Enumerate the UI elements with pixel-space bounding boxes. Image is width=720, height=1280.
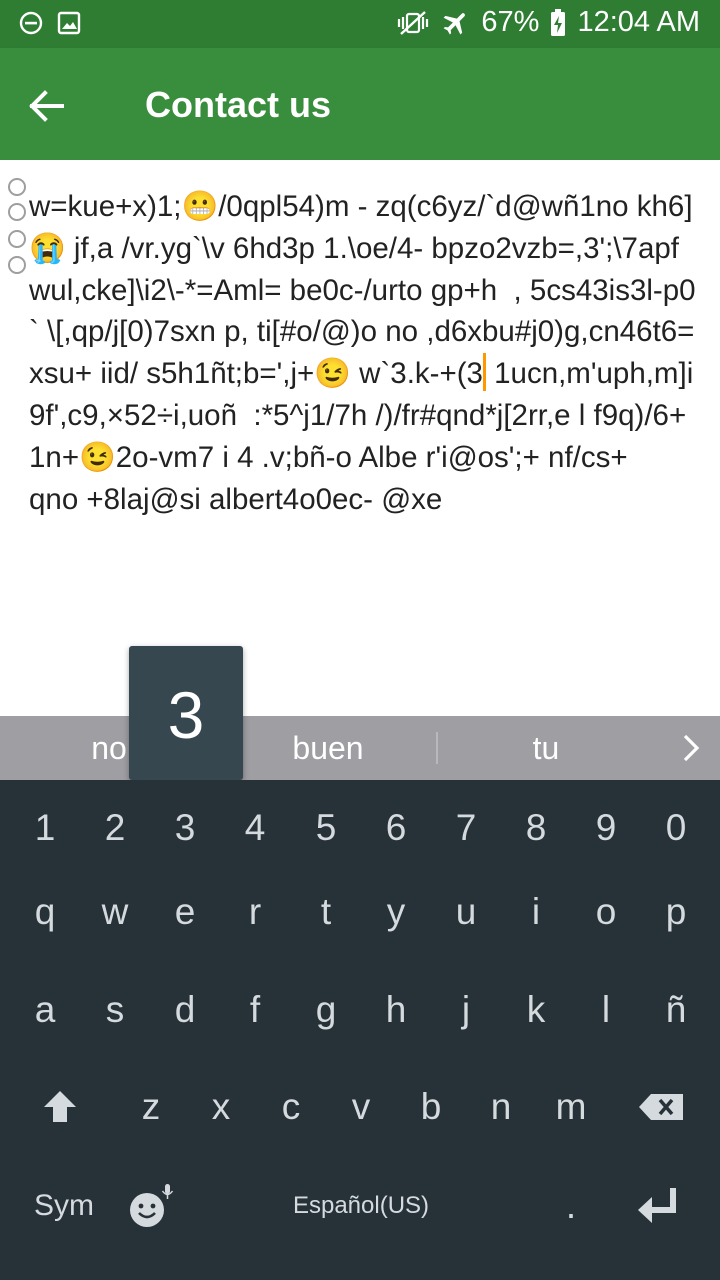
key-d[interactable]: d [150, 962, 220, 1058]
key-z[interactable]: z [116, 1059, 186, 1155]
arrow-back-icon[interactable] [18, 78, 74, 134]
key-1[interactable]: 1 [10, 780, 80, 876]
key-b[interactable]: b [396, 1059, 466, 1155]
message-input[interactable]: w=kue+x)1;😬/0qpl54)m - zq(c6yz/`d@wñ1no … [0, 160, 720, 716]
key-5[interactable]: 5 [291, 780, 361, 876]
key-p[interactable]: p [641, 864, 711, 960]
shift-icon [44, 1091, 76, 1122]
key-e[interactable]: e [150, 864, 220, 960]
mic-icon [161, 1184, 174, 1199]
backspace-key[interactable] [626, 1059, 696, 1155]
key-x[interactable]: x [186, 1059, 256, 1155]
key-f[interactable]: f [220, 962, 290, 1058]
key-preview-popup: 3 [129, 646, 243, 780]
suggestion-2[interactable]: buen [220, 716, 436, 780]
key-3[interactable]: 3 [150, 780, 220, 876]
key-a[interactable]: a [10, 962, 80, 1058]
key-v[interactable]: v [326, 1059, 396, 1155]
vibrate-icon [398, 10, 429, 35]
emoji-key[interactable] [116, 1158, 186, 1254]
selection-handle[interactable] [8, 178, 26, 196]
key-n[interactable]: n [466, 1059, 536, 1155]
key-q[interactable]: q [10, 864, 80, 960]
key-s[interactable]: s [80, 962, 150, 1058]
emoji-icon [130, 1184, 174, 1227]
selection-handle[interactable] [8, 256, 26, 274]
enter-icon [638, 1188, 676, 1223]
image-notification-icon [57, 11, 81, 35]
key-u[interactable]: u [431, 864, 501, 960]
key-g[interactable]: g [291, 962, 361, 1058]
key-o[interactable]: o [571, 864, 641, 960]
clock: 12:04 AM [577, 6, 700, 38]
shift-key[interactable] [25, 1059, 95, 1155]
sym-key[interactable]: Sym [14, 1158, 114, 1254]
suggestion-strip: no buen tu [0, 716, 720, 780]
key-6[interactable]: 6 [361, 780, 431, 876]
app-bar: Contact us [0, 48, 720, 160]
key-y[interactable]: y [361, 864, 431, 960]
backspace-icon [639, 1094, 683, 1120]
battery-charging-icon [551, 8, 566, 36]
key-j[interactable]: j [431, 962, 501, 1058]
key-0[interactable]: 0 [641, 780, 711, 876]
selection-handle[interactable] [8, 230, 26, 248]
keyboard: 1 2 3 4 5 6 7 8 9 0 q w e r t y u i o p … [0, 780, 720, 1280]
key-i[interactable]: i [501, 864, 571, 960]
airplane-icon [444, 12, 466, 34]
status-bar: 67% 12:04 AM [0, 0, 720, 48]
key-n-tilde[interactable]: ñ [641, 962, 711, 1058]
key-7[interactable]: 7 [431, 780, 501, 876]
key-r[interactable]: r [220, 864, 290, 960]
enter-key[interactable] [623, 1158, 693, 1254]
suggestion-3[interactable]: tu [438, 716, 654, 780]
key-h[interactable]: h [361, 962, 431, 1058]
key-t[interactable]: t [291, 864, 361, 960]
message-text: w=kue+x)1;😬/0qpl54)m - zq(c6yz/`d@wñ1no … [29, 186, 699, 520]
key-8[interactable]: 8 [501, 780, 571, 876]
key-k[interactable]: k [501, 962, 571, 1058]
key-2[interactable]: 2 [80, 780, 150, 876]
period-key[interactable]: . [536, 1158, 606, 1254]
key-w[interactable]: w [80, 864, 150, 960]
selection-handle[interactable] [8, 203, 26, 221]
dnd-icon [19, 11, 43, 35]
page-title: Contact us [145, 84, 332, 125]
battery-percent: 67% [481, 6, 540, 38]
key-4[interactable]: 4 [220, 780, 290, 876]
key-m[interactable]: m [536, 1059, 606, 1155]
key-l[interactable]: l [571, 962, 641, 1058]
key-c[interactable]: c [256, 1059, 326, 1155]
chevron-right-icon[interactable] [674, 732, 706, 764]
key-9[interactable]: 9 [571, 780, 641, 876]
space-key[interactable]: Español(US) [231, 1158, 491, 1254]
